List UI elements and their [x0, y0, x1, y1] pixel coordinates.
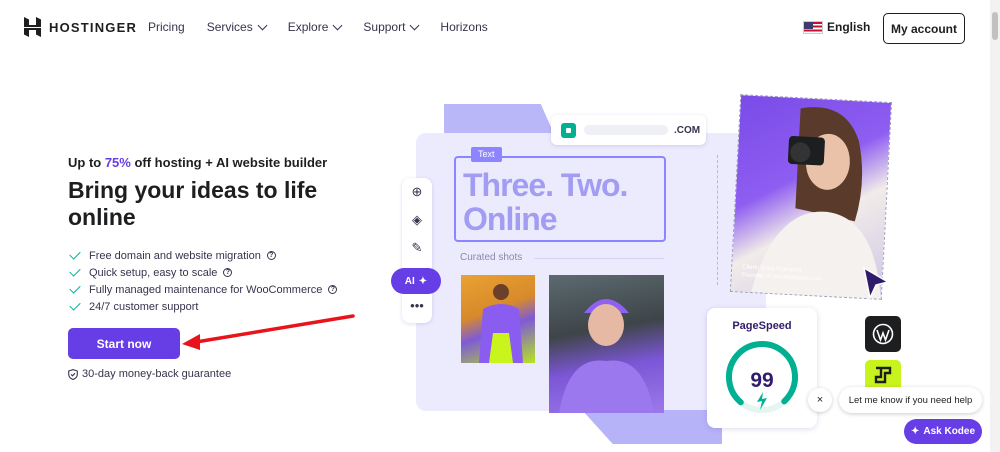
wordpress-logo [865, 316, 901, 352]
feature-item: Free domain and website migration? [69, 247, 337, 264]
info-icon[interactable]: ? [266, 251, 276, 260]
ask-kodee-button[interactable]: ✦ Ask Kodee [904, 419, 982, 444]
scrollbar[interactable] [990, 0, 1000, 452]
hero-headline: Bring your ideas to life online [68, 177, 318, 230]
feature-list: Free domain and website migration? Quick… [69, 247, 338, 315]
shapes-icon[interactable]: ✎ [402, 240, 432, 256]
big-text-line: Three. Two. [463, 167, 628, 203]
pagespeed-title: PageSpeed [732, 320, 792, 332]
pagespeed-card: PageSpeed 99 [707, 308, 817, 428]
person-figure-icon [559, 299, 654, 413]
hostinger-logo[interactable]: HOSTINGER [24, 17, 137, 37]
info-icon[interactable]: ? [223, 268, 233, 277]
builder-big-text: Three. Two. Online [463, 167, 628, 237]
chat-close-button[interactable]: × [808, 388, 832, 412]
guarantee-text: 30-day money-back guarantee [82, 368, 232, 380]
editor-toolbar: ⊕ ◈ ✎ ••• [402, 178, 432, 323]
selection-guide [717, 155, 718, 285]
wordpress-icon [872, 323, 894, 345]
more-options-icon[interactable]: ••• [402, 298, 432, 313]
check-icon [69, 299, 81, 311]
nav-item-services[interactable]: Services [206, 20, 268, 34]
nav-item-explore[interactable]: Explore [287, 20, 343, 34]
nav-item-pricing[interactable]: Pricing [148, 20, 185, 34]
promo-discount: 75% [104, 155, 131, 170]
domain-bar: .COM [551, 115, 706, 145]
nav-label: Explore [287, 20, 329, 34]
scrollbar-thumb[interactable] [992, 12, 998, 40]
us-flag-icon [803, 20, 823, 34]
promo-suffix: off hosting + AI website builder [130, 155, 328, 170]
ai-label: AI [404, 275, 415, 287]
decorative-shape [444, 104, 554, 134]
decorative-shape [582, 410, 722, 444]
feature-text: Quick setup, easy to scale [89, 266, 218, 279]
money-back-guarantee: 30-day money-back guarantee [68, 368, 231, 380]
layers-icon[interactable]: ◈ [402, 212, 432, 228]
brand-logo [865, 360, 901, 390]
nav-label: Support [363, 20, 406, 34]
sparkle-icon: ✦ [910, 426, 920, 437]
add-circle-icon[interactable]: ⊕ [402, 184, 432, 200]
hostinger-logo-icon [24, 17, 41, 37]
lock-icon [561, 122, 576, 138]
nav-item-horizons[interactable]: Horizons [440, 20, 487, 34]
pagespeed-score: 99 [750, 369, 774, 392]
fashion-photo-image [461, 275, 535, 363]
sparkle-icon: ✦ [418, 275, 428, 287]
red-annotation-arrow [182, 314, 355, 350]
main-nav: Pricing Services Explore Support Horizon… [148, 20, 510, 34]
chat-prompt-bubble[interactable]: Let me know if you need help [839, 387, 982, 413]
feature-item: Fully managed maintenance for WooCommerc… [69, 281, 338, 298]
nav-label: Pricing [148, 20, 185, 34]
language-label: English [827, 20, 871, 34]
ai-button[interactable]: AI ✦ [391, 268, 441, 294]
feature-item: Quick setup, easy to scale? [69, 264, 337, 281]
my-account-button[interactable]: My account [883, 13, 965, 44]
info-icon[interactable]: ? [328, 285, 338, 294]
shield-check-icon [68, 368, 78, 380]
chevron-down-icon [409, 20, 420, 31]
promo-prefix: Up to [68, 155, 105, 170]
fashion-photo-image [549, 275, 664, 413]
big-text-line: Online [463, 201, 558, 237]
text-block-tag: Text [471, 147, 502, 162]
check-icon [69, 248, 81, 260]
domain-suffix: .COM [674, 124, 701, 136]
check-icon [69, 265, 81, 277]
abstract-logo-icon [874, 366, 892, 384]
kodee-label: Ask Kodee [923, 426, 976, 437]
nav-label: Horizons [440, 20, 488, 34]
start-now-button[interactable]: Start now [68, 328, 180, 359]
logo-text: HOSTINGER [49, 19, 138, 35]
feature-text: Free domain and website migration [89, 249, 261, 262]
feature-text: Fully managed maintenance for WooCommerc… [89, 283, 323, 296]
top-navigation-bar: HOSTINGER Pricing Services Explore Suppo… [0, 0, 1000, 56]
nav-label: Services [206, 20, 253, 34]
domain-placeholder [584, 125, 668, 135]
pointer-cursor-icon [862, 266, 890, 300]
curated-shots-label: Curated shots [460, 252, 523, 263]
language-selector[interactable]: English [803, 20, 870, 34]
chevron-down-icon [332, 20, 343, 31]
person-figure-icon [479, 284, 523, 363]
promo-line: Up to 75% off hosting + AI website build… [68, 155, 327, 170]
chevron-down-icon [257, 20, 268, 31]
nav-item-support[interactable]: Support [363, 20, 420, 34]
divider [534, 258, 664, 259]
check-icon [69, 282, 81, 294]
